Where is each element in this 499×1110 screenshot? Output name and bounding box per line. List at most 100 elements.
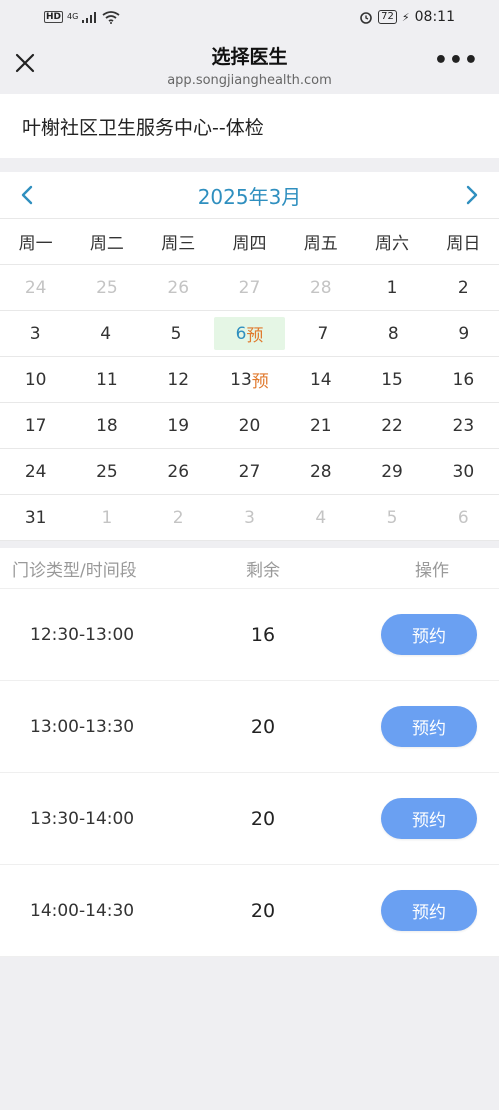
calendar-day[interactable]: 22 [356,403,427,448]
battery-level: 72 [378,10,397,24]
weekday-label: 周一 [18,234,53,254]
day-number: 2 [172,507,184,528]
book-button[interactable]: 预约 [381,614,477,655]
slot-action: 预约 [326,706,499,747]
day-number: 24 [24,461,47,482]
calendar-day[interactable]: 31 [0,495,71,540]
network-label: 4G [67,12,79,21]
slot-row: 14:00-14:30 20 预约 [0,865,499,957]
day-number: 27 [238,461,261,482]
calendar-day[interactable]: 5 [141,311,211,356]
calendar-day[interactable]: 12 [143,357,214,402]
calendar-day[interactable]: 25 [71,449,142,494]
calendar-day[interactable]: 20 [214,403,285,448]
calendar-day[interactable]: 10 [0,357,71,402]
header-action: 操作 [415,560,449,581]
book-button[interactable]: 预约 [381,798,477,839]
calendar-day[interactable]: 2 [428,265,499,310]
calendar-day[interactable]: 3 [0,311,70,356]
calendar-day: 6 [428,495,499,540]
day-number: 11 [96,369,118,390]
day-number: 8 [387,323,399,344]
calendar-day[interactable]: 1 [356,265,427,310]
slot-time: 13:30-14:00 [30,808,135,829]
day-number: 12 [167,369,190,390]
calendar-day[interactable]: 26 [143,449,214,494]
weekday-label: 周四 [232,234,267,254]
day-number: 9 [458,323,470,344]
calendar-day: 3 [214,495,285,540]
calendar-day: 26 [143,265,214,310]
calendar-day[interactable]: 9 [429,311,499,356]
calendar-day[interactable]: 24 [0,449,71,494]
calendar-day: 4 [285,495,356,540]
day-number: 5 [170,323,182,344]
calendar-week: 31 1 2 3 4 5 6 [0,495,499,541]
day-number: 28 [309,461,332,482]
calendar-day: 5 [356,495,427,540]
signal-icon [82,12,97,23]
calendar-day[interactable]: 13 预 [214,357,285,402]
calendar-day[interactable]: 29 [356,449,427,494]
calendar-week: 24 25 26 27 28 1 2 [0,265,499,311]
slot-remaining: 20 [250,899,276,922]
next-month-icon[interactable] [465,185,479,205]
calendar-day-selected[interactable]: 6预 [214,317,285,350]
calendar-day[interactable]: 30 [428,449,499,494]
slot-row: 12:30-13:00 16 预约 [0,589,499,681]
slot-action: 预约 [326,890,499,931]
calendar-day[interactable]: 17 [0,403,71,448]
calendar-day[interactable]: 8 [358,311,428,356]
day-number: 2 [457,277,469,298]
calendar-day: 25 [71,265,142,310]
clock: 08:11 [414,9,455,25]
prev-month-icon[interactable] [20,185,34,205]
calendar-day[interactable]: 21 [285,403,356,448]
more-menu-icon[interactable]: ••• [434,50,479,72]
day-number: 7 [317,323,329,344]
calendar-day[interactable]: 23 [428,403,499,448]
day-number: 5 [386,507,398,528]
calendar-day[interactable]: 19 [143,403,214,448]
calendar: 2025年3月 周一 周二 周三 周四 周五 周六 周日 24 25 26 27 28 1… [0,172,499,541]
calendar-week: 24 25 26 27 28 29 30 [0,449,499,495]
charging-icon: ⚡ [401,10,410,24]
day-number: 28 [309,277,332,298]
calendar-day[interactable]: 15 [356,357,427,402]
day-number: 24 [24,277,47,298]
calendar-day[interactable]: 4 [70,311,140,356]
slot-table-header: 门诊类型/时间段 剩余 操作 [0,548,499,589]
calendar-day[interactable]: 28 [285,449,356,494]
day-number: 1 [101,507,113,528]
calendar-day[interactable]: 7 [288,311,358,356]
book-button[interactable]: 预约 [381,706,477,747]
clinic-name: 叶榭社区卫生服务中心--体检 [0,94,499,158]
day-number: 6 [235,323,247,344]
slot-remaining: 20 [250,715,276,738]
day-number: 18 [96,415,118,436]
calendar-day[interactable]: 16 [428,357,499,402]
calendar-day[interactable]: 14 [285,357,356,402]
day-number: 1 [386,277,398,298]
calendar-day[interactable]: 27 [214,449,285,494]
calendar-day: 1 [71,495,142,540]
weekday-label: 周日 [446,234,481,254]
calendar-day: 24 [0,265,71,310]
weekday-label: 周五 [303,234,338,254]
status-bar: HD 4G 72 ⚡ 08:11 [0,0,499,34]
calendar-day[interactable]: 11 [71,357,142,402]
calendar-header: 2025年3月 [0,172,499,219]
day-number: 26 [167,277,190,298]
close-icon[interactable] [14,52,36,74]
calendar-month-label: 2025年3月 [197,184,302,209]
header-remain: 剩余 [246,560,280,581]
slot-row: 13:00-13:30 20 预约 [0,681,499,773]
slot-time: 14:00-14:30 [30,900,135,921]
slot-row: 13:30-14:00 20 预约 [0,773,499,865]
calendar-day[interactable]: 18 [71,403,142,448]
day-number: 14 [309,369,332,390]
slot-time: 12:30-13:00 [30,624,135,645]
book-button[interactable]: 预约 [381,890,477,931]
header-type: 门诊类型/时间段 [12,560,137,581]
calendar-day: 28 [285,265,356,310]
